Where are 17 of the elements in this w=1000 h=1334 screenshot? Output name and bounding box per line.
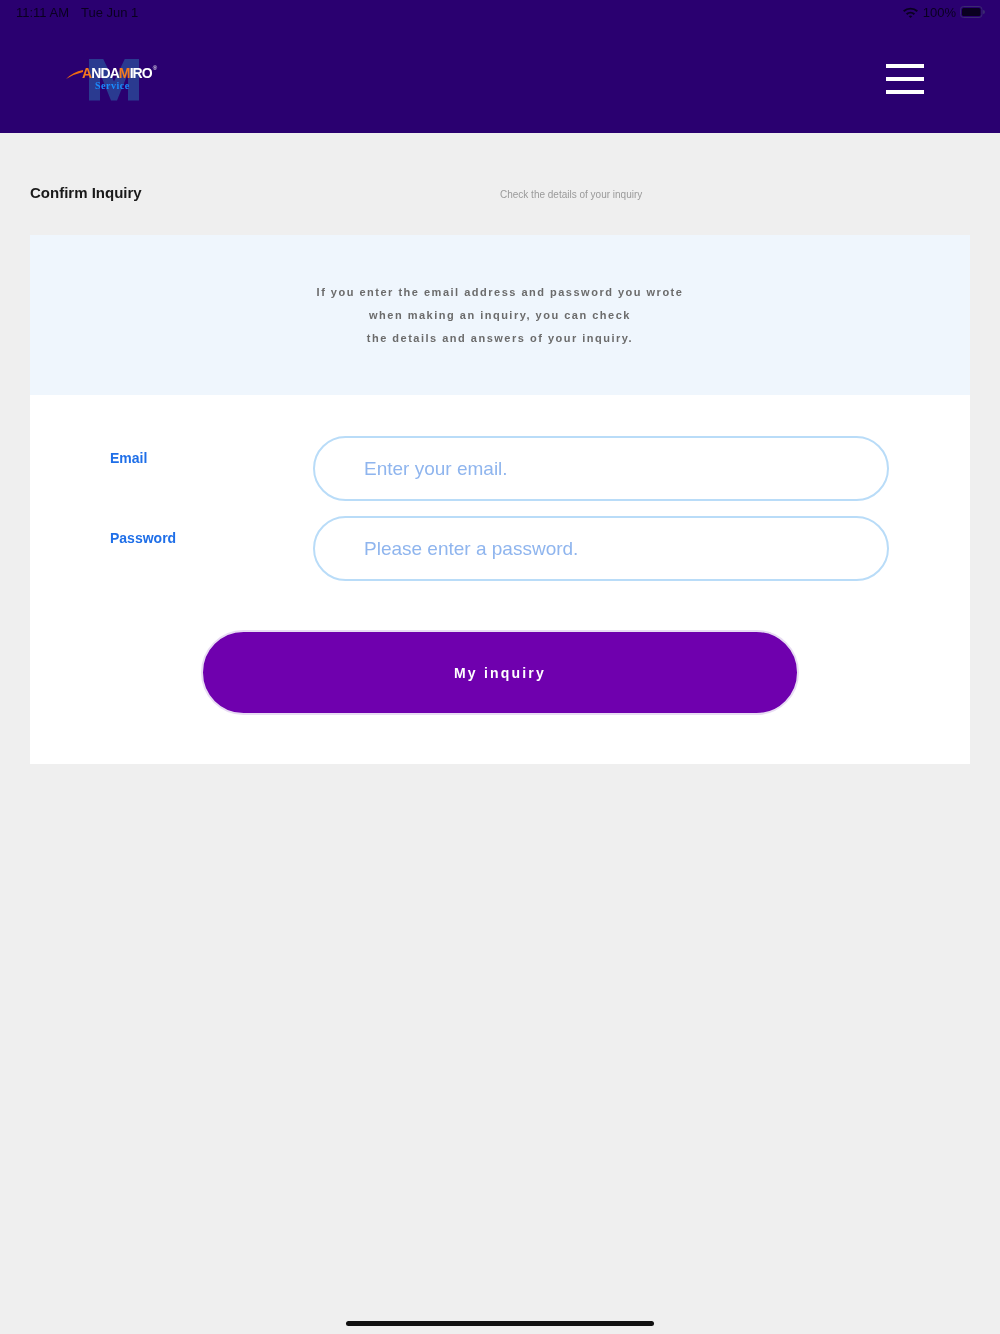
submit-button[interactable]: My inquiry	[201, 630, 799, 715]
logo-wordmark: ANDAMIRO	[82, 65, 152, 80]
notice-text: If you enter the email address and password you wrote when making an inquiry, you can check the details and answers of your inquiry.	[316, 284, 684, 346]
field-label: Password	[110, 529, 178, 546]
swoosh-icon	[66, 68, 83, 79]
menu-icon[interactable]	[886, 63, 924, 94]
battery-icon	[960, 6, 985, 18]
wifi-icon	[902, 6, 918, 18]
field-label: Email	[110, 449, 149, 466]
input-field[interactable]: Please enter a password.	[313, 516, 889, 581]
page-title: Confirm Inquiry	[30, 184, 143, 201]
status-time: 11:11 AM	[16, 4, 69, 20]
status-date: Tue Jun 1	[81, 4, 139, 20]
battery-percent: 100%	[922, 4, 956, 20]
logo-subtitle: Service	[95, 80, 130, 91]
page-subtitle: Check the details of your inquiry	[500, 189, 643, 200]
input-field[interactable]: Enter your email.	[313, 436, 889, 501]
